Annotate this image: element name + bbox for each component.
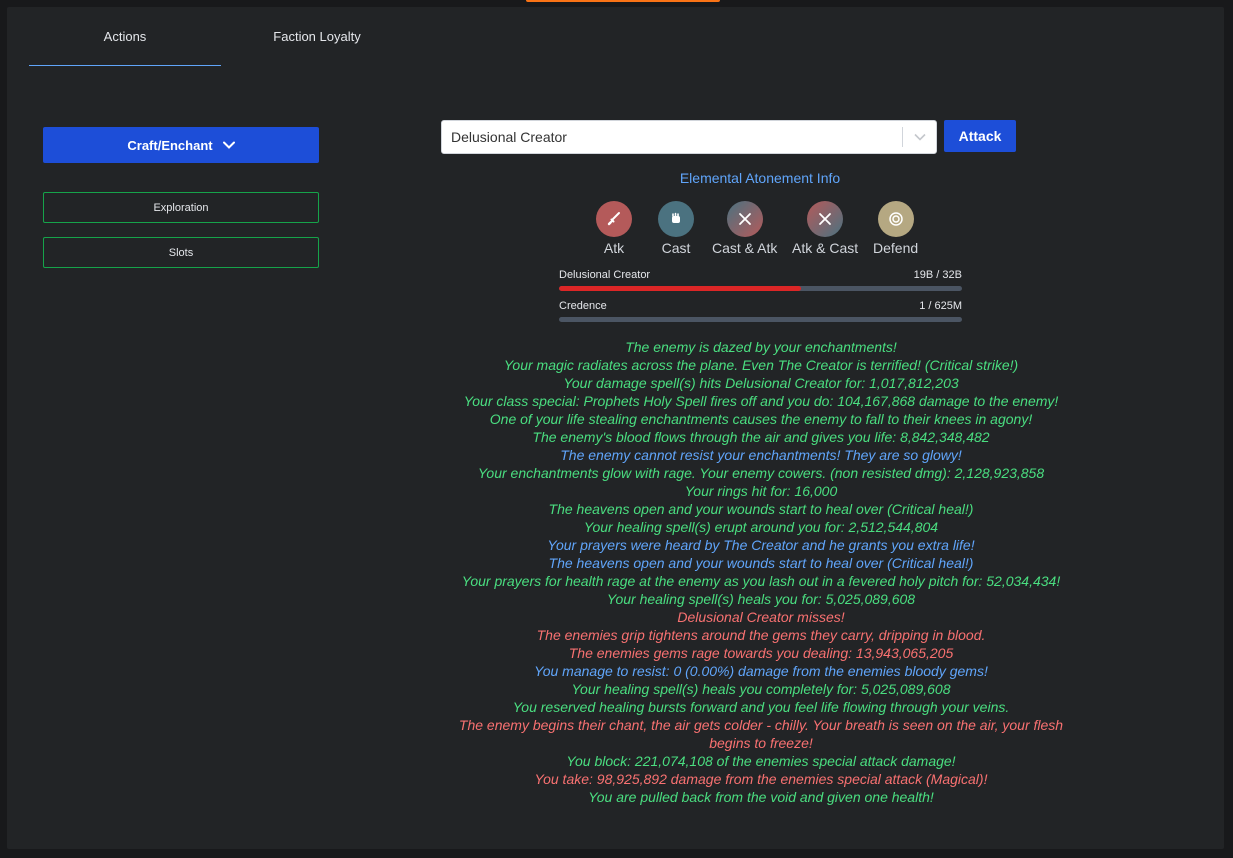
- battle-log-line: You are pulled back from the void and gi…: [588, 789, 934, 805]
- sidebar: Craft/Enchant Exploration Slots: [43, 127, 319, 268]
- battle-log-line: Your healing spell(s) heals you for: 5,0…: [606, 591, 916, 607]
- atk-and-cast-label: Atk & Cast: [792, 240, 859, 256]
- battle-log-line: You take: 98,925,892 damage from the ene…: [534, 771, 988, 787]
- battle-log-line: The enemy cannot resist your enchantment…: [560, 447, 962, 463]
- fist-spell-icon: [658, 201, 694, 237]
- battle-log-line: Your enchantments glow with rage. Your e…: [477, 465, 1045, 481]
- defend-label: Defend: [873, 240, 919, 256]
- tab-bar: Actions Faction Loyalty: [29, 7, 413, 66]
- battle-log-line: One of your life stealing enchantments c…: [489, 411, 1033, 427]
- battle-log-line: You block: 221,074,108 of the enemies sp…: [566, 753, 956, 769]
- battle-log: The enemy is dazed by your enchantments!…: [447, 338, 1075, 806]
- chevron-down-icon: [903, 132, 936, 142]
- enemy-name: Delusional Creator: [559, 269, 651, 281]
- player-health-track: [559, 317, 962, 322]
- enemy-health-bar: Delusional Creator 19B / 32B: [559, 269, 962, 291]
- sword-icon: [596, 201, 632, 237]
- top-accent-bar: [526, 0, 720, 2]
- battle-log-line: The enemy's blood flows through the air …: [532, 429, 990, 445]
- defend-action[interactable]: Defend: [873, 201, 918, 256]
- battle-log-line: You manage to resist: 0 (0.00%) damage f…: [534, 663, 988, 679]
- atk-and-cast-action[interactable]: Atk & Cast: [792, 201, 858, 256]
- player-health-text: 1 / 625M: [919, 300, 962, 312]
- attack-button[interactable]: Attack: [944, 120, 1016, 152]
- battle-log-line: Your prayers were heard by The Creator a…: [547, 537, 975, 553]
- battle-log-line: The enemy begins their chant, the air ge…: [458, 717, 1064, 751]
- craft-enchant-button[interactable]: Craft/Enchant: [43, 127, 319, 163]
- battle-log-line: Your prayers for health rage at the enem…: [461, 573, 1061, 589]
- cast-and-atk-action[interactable]: Cast & Atk: [712, 201, 777, 256]
- battle-log-line: Delusional Creator misses!: [677, 609, 845, 625]
- monster-select-value: Delusional Creator: [451, 129, 567, 145]
- battle-log-line: Your damage spell(s) hits Delusional Cre…: [563, 375, 959, 391]
- battle-log-line: The enemies grip tightens around the gem…: [536, 627, 986, 643]
- atk-label: Atk: [603, 240, 625, 256]
- monster-select[interactable]: Delusional Creator: [441, 120, 937, 154]
- cast-label: Cast: [661, 240, 691, 256]
- exploration-button[interactable]: Exploration: [43, 192, 319, 223]
- enemy-health-text: 19B / 32B: [913, 269, 962, 281]
- cast-and-atk-label: Cast & Atk: [712, 240, 778, 256]
- craft-enchant-label: Craft/Enchant: [127, 137, 213, 153]
- battle-log-line: Your magic radiates across the plane. Ev…: [503, 357, 1019, 373]
- attack-type-row: Atk Cast Cast & Atk Atk & Cast Defend: [596, 201, 936, 257]
- battle-log-line: The heavens open and your wounds start t…: [548, 501, 974, 517]
- battle-log-line: Your rings hit for: 16,000: [684, 483, 838, 499]
- atk-action[interactable]: Atk: [596, 201, 632, 256]
- battle-log-line: The enemies gems rage towards you dealin…: [568, 645, 954, 661]
- shield-icon: [877, 201, 914, 237]
- tab-actions[interactable]: Actions: [29, 7, 221, 66]
- crossed-swords-icon: [726, 201, 763, 237]
- slots-button[interactable]: Slots: [43, 237, 319, 268]
- battle-log-line: Your healing spell(s) heals you complete…: [571, 681, 951, 697]
- main-panel: Actions Faction Loyalty Craft/Enchant Ex…: [7, 7, 1224, 849]
- cast-action[interactable]: Cast: [658, 201, 694, 256]
- battle-log-line: You reserved healing bursts forward and …: [512, 699, 1010, 715]
- elemental-atonement-link[interactable]: Elemental Atonement Info: [560, 170, 960, 186]
- enemy-health-fill: [559, 286, 801, 291]
- enemy-health-track: [559, 286, 962, 291]
- player-health-bar: Credence 1 / 625M: [559, 300, 962, 322]
- battle-log-line: The enemy is dazed by your enchantments!: [625, 339, 897, 355]
- chevron-down-icon: [222, 141, 235, 149]
- crossed-swords-icon: [807, 201, 844, 237]
- tab-faction-loyalty[interactable]: Faction Loyalty: [221, 7, 413, 66]
- player-name: Credence: [559, 300, 607, 312]
- battle-log-line: Your class special: Prophets Holy Spell …: [463, 393, 1059, 409]
- battle-log-line: Your healing spell(s) erupt around you f…: [583, 519, 939, 535]
- battle-log-line: The heavens open and your wounds start t…: [548, 555, 974, 571]
